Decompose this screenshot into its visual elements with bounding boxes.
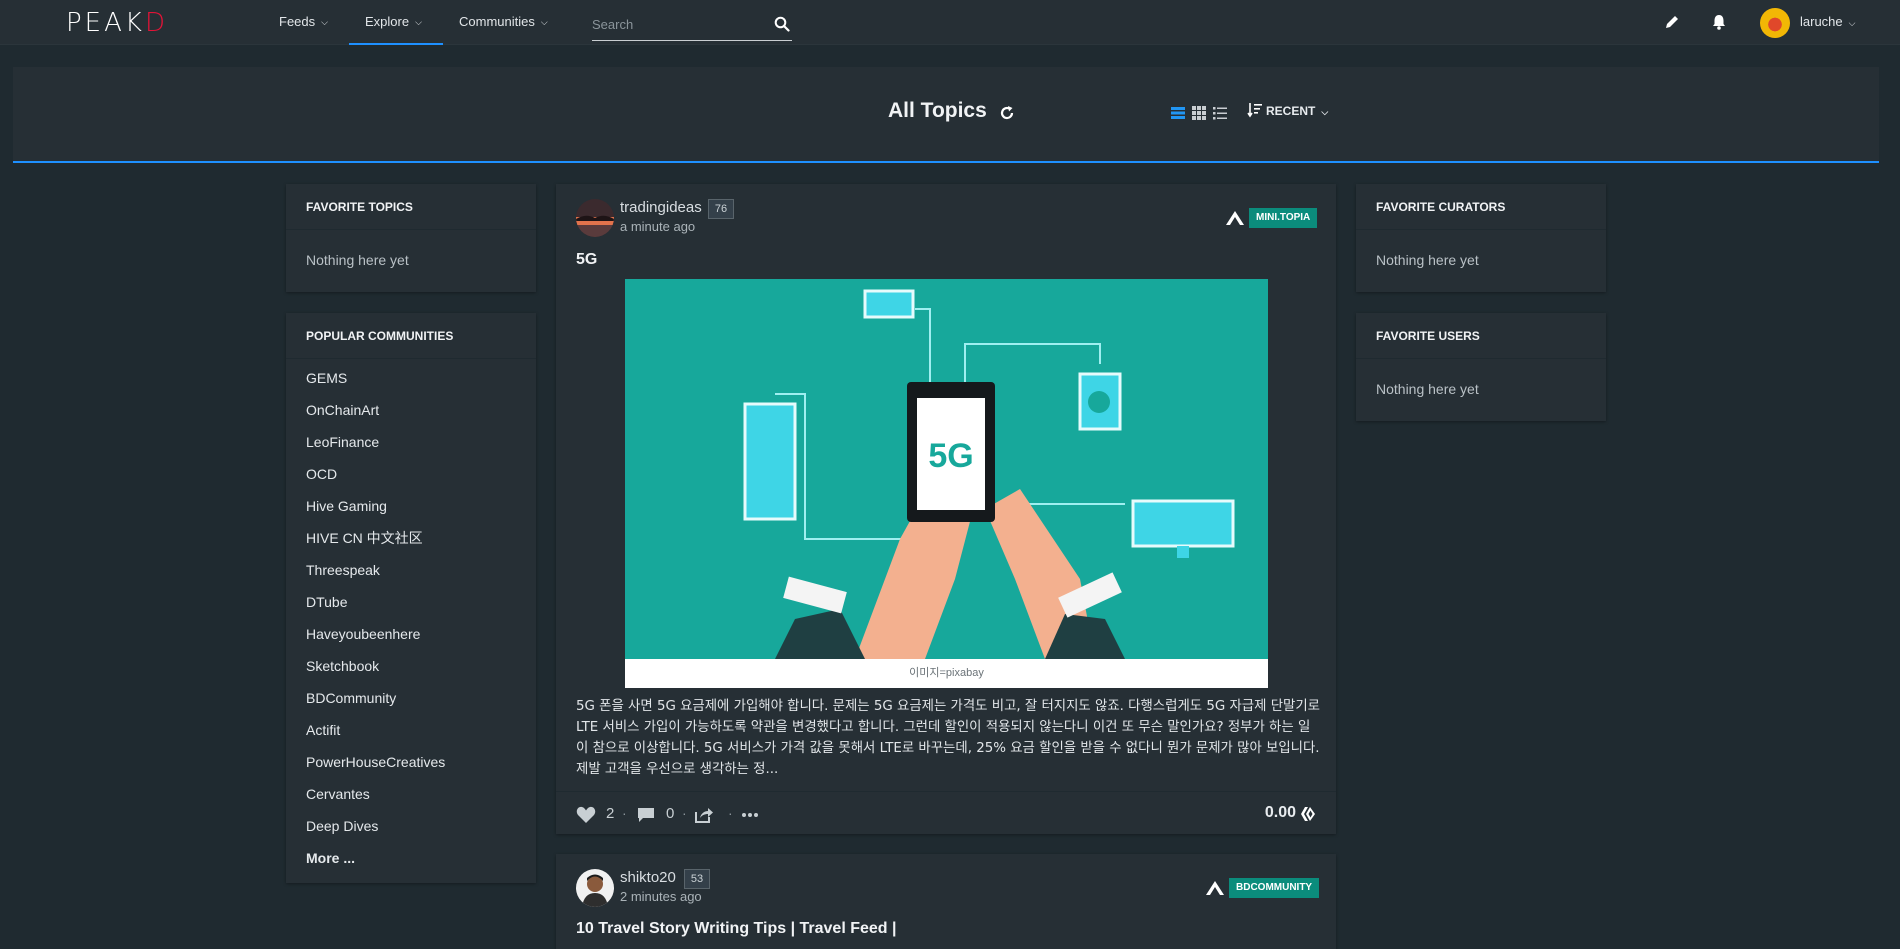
favorite-users-card: FAVORITE USERS Nothing here yet [1356, 313, 1606, 421]
page-title: All Topics [888, 99, 987, 122]
community-logo-icon [1206, 881, 1224, 895]
community-item[interactable]: Haveyoubeenhere [286, 618, 536, 650]
pencil-icon[interactable] [1662, 12, 1682, 32]
avatar-image [576, 199, 614, 237]
user-avatar[interactable] [1760, 8, 1790, 38]
avatar-image [576, 869, 614, 907]
popular-communities-card: POPULAR COMMUNITIES GEMS OnChainArt LeoF… [286, 313, 536, 883]
community-item[interactable]: Threespeak [286, 554, 536, 586]
community-tag[interactable]: MINI.TOPIA [1249, 208, 1318, 228]
search-input[interactable] [592, 9, 762, 39]
compact-view-icon[interactable] [1212, 105, 1228, 121]
user-name: laruche [1800, 14, 1843, 29]
community-item[interactable]: OCD [286, 458, 536, 490]
nav-communities[interactable]: Communities ⌵ [459, 0, 548, 45]
sort-icon [1247, 103, 1262, 118]
chevron-down-icon: ⌵ [321, 17, 328, 27]
logo-main: PEAK [66, 8, 145, 38]
community-item[interactable]: DTube [286, 586, 536, 618]
nav-feeds[interactable]: Feeds ⌵ [279, 0, 328, 45]
post-time: 2 minutes ago [620, 889, 702, 904]
community-logo-icon [1226, 211, 1244, 225]
sort-dropdown[interactable]: RECENT ⌵ [1247, 100, 1328, 122]
community-item[interactable]: Deep Dives [286, 810, 536, 842]
community-tag[interactable]: BDCOMMUNITY [1229, 878, 1320, 898]
community-item[interactable]: Sketchbook [286, 650, 536, 682]
nav-communities-label: Communities [459, 14, 535, 29]
community-item[interactable]: LeoFinance [286, 426, 536, 458]
sort-label: RECENT [1266, 104, 1316, 118]
community-item[interactable]: GEMS [286, 362, 536, 394]
refresh-icon[interactable] [998, 104, 1016, 122]
5g-phone-illustration: 5G [625, 279, 1268, 659]
share-icon[interactable] [694, 806, 714, 824]
payout-value[interactable]: 0.00 [1265, 804, 1296, 822]
post-card: shikto20 53 2 minutes ago BDCOMMUNITY 10… [556, 854, 1336, 949]
post-card: tradingideas 76 a minute ago MINI.TOPIA … [556, 184, 1336, 834]
author-avatar[interactable] [576, 199, 614, 237]
more-options-icon[interactable] [740, 806, 760, 824]
logo-accent: D [144, 8, 168, 38]
reputation-badge: 53 [684, 869, 710, 889]
empty-text: Nothing here yet [1376, 381, 1479, 397]
chevron-down-icon: ⌵ [1848, 18, 1856, 28]
separator-dot: · [728, 805, 733, 821]
separator-dot: · [682, 805, 687, 821]
peakd-logo[interactable]: PEAKD [66, 8, 168, 38]
card-title: FAVORITE USERS [1356, 313, 1606, 359]
chevron-down-icon: ⌵ [415, 17, 422, 27]
card-title: FAVORITE TOPICS [286, 184, 536, 230]
community-list: GEMS OnChainArt LeoFinance OCD Hive Gami… [286, 359, 536, 874]
post-footer: 2 · 0 · · 0.00 [556, 791, 1336, 836]
more-communities-link[interactable]: More ... [286, 842, 536, 874]
separator-dot: · [622, 805, 627, 821]
nav-explore-label: Explore [365, 14, 410, 29]
community-item[interactable]: HIVE CN 中文社区 [286, 522, 536, 554]
reputation-badge: 76 [708, 199, 734, 219]
list-view-icon[interactable] [1170, 105, 1186, 121]
community-item[interactable]: OnChainArt [286, 394, 536, 426]
post-title[interactable]: 10 Travel Story Writing Tips | Travel Fe… [576, 920, 896, 938]
user-menu[interactable]: laruche ⌵ [1800, 0, 1855, 45]
post-author[interactable]: tradingideas [620, 199, 702, 216]
comment-count[interactable]: 0 [666, 805, 674, 822]
heart-icon[interactable] [576, 806, 596, 824]
chevron-down-icon: ⌵ [1321, 107, 1329, 117]
nav-explore[interactable]: Explore ⌵ [349, 0, 443, 45]
comment-icon[interactable] [636, 806, 656, 824]
hive-icon [1301, 807, 1315, 821]
favorite-curators-card: FAVORITE CURATORS Nothing here yet [1356, 184, 1606, 292]
post-time: a minute ago [620, 219, 696, 234]
image-5g-text: 5G [928, 437, 973, 475]
community-item[interactable]: Hive Gaming [286, 490, 536, 522]
card-title: POPULAR COMMUNITIES [286, 313, 536, 359]
search-icon[interactable] [774, 16, 790, 32]
post-excerpt[interactable]: 5G 폰을 사면 5G 요금제에 가입해야 합니다. 문제는 5G 요금제는 가… [576, 696, 1321, 780]
search-box [592, 9, 792, 41]
topics-header: All Topics RECENT ⌵ [13, 67, 1879, 163]
empty-text: Nothing here yet [1376, 252, 1479, 268]
community-item[interactable]: PowerHouseCreatives [286, 746, 536, 778]
community-item[interactable]: BDCommunity [286, 682, 536, 714]
grid-view-icon[interactable] [1191, 105, 1207, 121]
post-author[interactable]: shikto20 [620, 869, 676, 886]
nav-feeds-label: Feeds [279, 14, 316, 29]
author-avatar[interactable] [576, 869, 614, 907]
top-navbar: PEAKD Feeds ⌵ Explore ⌵ Communities ⌵ laruc… [0, 0, 1900, 45]
image-caption: 이미지=pixabay [625, 659, 1268, 688]
post-image[interactable]: 5G 이미지=pixabay [625, 279, 1268, 688]
favorite-topics-card: FAVORITE TOPICS Nothing here yet [286, 184, 536, 292]
card-title: FAVORITE CURATORS [1356, 184, 1606, 230]
community-item[interactable]: Actifit [286, 714, 536, 746]
chevron-down-icon: ⌵ [540, 17, 548, 27]
vote-count[interactable]: 2 [606, 805, 614, 822]
post-title[interactable]: 5G [576, 251, 597, 269]
bell-icon[interactable] [1709, 12, 1729, 32]
community-item[interactable]: Cervantes [286, 778, 536, 810]
empty-text: Nothing here yet [306, 252, 409, 268]
